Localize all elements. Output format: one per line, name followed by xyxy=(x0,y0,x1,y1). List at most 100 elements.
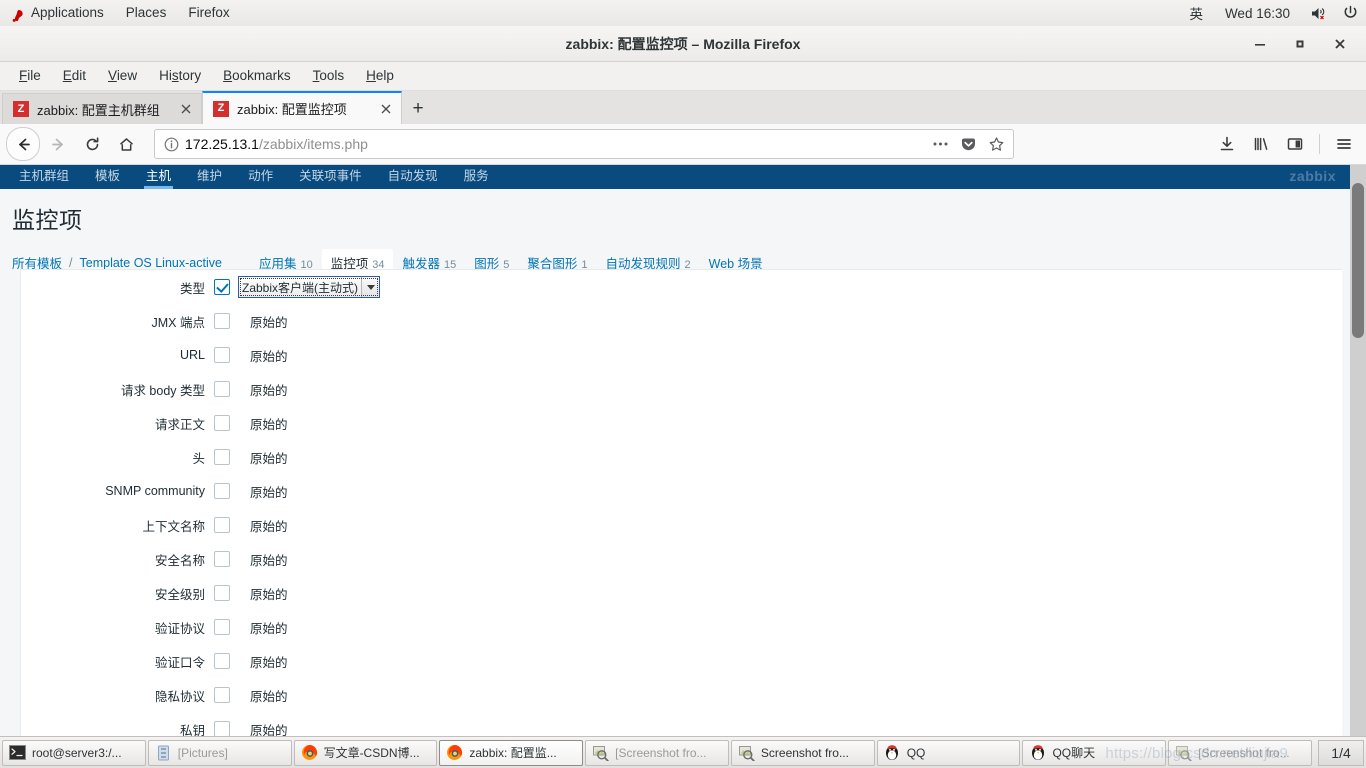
url-text[interactable]: 172.25.13.1/zabbix/items.php xyxy=(185,136,921,152)
power-icon[interactable] xyxy=(1335,5,1366,21)
menu-view[interactable]: View xyxy=(97,62,148,90)
url-bar[interactable]: 172.25.13.1/zabbix/items.php xyxy=(154,129,1014,159)
form-value-private-key: 原始的 xyxy=(250,723,288,737)
task-button-terminal[interactable]: root@server3:/... xyxy=(2,739,146,766)
qq-icon xyxy=(884,744,901,761)
form-checkbox-privacy-protocol[interactable] xyxy=(214,687,230,703)
nav-item-templates[interactable]: 模板 xyxy=(82,165,133,189)
task-button-screenshot-3[interactable]: [Screenshot fro... xyxy=(1168,739,1313,766)
zabbix-content-area: 监控项 所有模板 / Template OS Linux-active 应用集 … xyxy=(0,189,1350,736)
nav-item-correlation[interactable]: 关联项事件 xyxy=(286,165,375,189)
form-value-snmp-community: 原始的 xyxy=(250,485,288,500)
nav-item-hosts[interactable]: 主机 xyxy=(133,165,184,189)
page-actions-icon[interactable] xyxy=(927,132,953,156)
desktop-screen: Applications Places Firefox 英 Wed 16:30 … xyxy=(0,0,1366,768)
form-checkbox-context-name[interactable] xyxy=(214,517,230,533)
breadcrumb-current-template[interactable]: Template OS Linux-active xyxy=(80,256,222,270)
new-tab-button[interactable]: + xyxy=(402,93,434,124)
web-page-content: 主机群组 模板 主机 维护 动作 关联项事件 自动发现 服务 zabbix 监控… xyxy=(0,165,1350,736)
form-row-type: 类型 Zabbix客户端(主动式) xyxy=(21,270,1342,304)
menu-history[interactable]: History xyxy=(148,62,212,90)
url-path: /zabbix/items.php xyxy=(258,136,368,152)
type-select[interactable]: Zabbix客户端(主动式) xyxy=(238,276,380,298)
back-button[interactable] xyxy=(6,127,40,161)
form-checkbox-auth-protocol[interactable] xyxy=(214,619,230,635)
form-checkbox-request-body[interactable] xyxy=(214,415,230,431)
form-checkbox-url[interactable] xyxy=(214,347,230,363)
task-button-screenshot-2[interactable]: Screenshot fro... xyxy=(730,739,875,766)
form-row-headers: 头 原始的 xyxy=(21,440,1342,474)
form-checkbox-request-body-type[interactable] xyxy=(214,381,230,397)
close-button[interactable] xyxy=(1320,26,1360,61)
menu-tools[interactable]: Tools xyxy=(302,62,356,90)
browser-tab-1[interactable]: Z zabbix: 配置主机群组 xyxy=(2,93,202,124)
menu-edit[interactable]: Edit xyxy=(52,62,97,90)
downloads-icon[interactable] xyxy=(1211,128,1243,160)
bookmark-star-icon[interactable] xyxy=(983,132,1009,156)
form-checkbox-security-level[interactable] xyxy=(214,585,230,601)
zabbix-main-nav: 主机群组 模板 主机 维护 动作 关联项事件 自动发现 服务 zabbix xyxy=(0,165,1350,189)
library-icon[interactable] xyxy=(1245,128,1277,160)
volume-muted-icon[interactable] xyxy=(1304,6,1335,21)
sidebar-icon[interactable] xyxy=(1279,128,1311,160)
applications-menu[interactable]: Applications xyxy=(0,0,115,26)
places-menu[interactable]: Places xyxy=(115,0,178,26)
gnome-top-panel: Applications Places Firefox 英 Wed 16:30 xyxy=(0,0,1366,27)
firefox-menu[interactable]: Firefox xyxy=(177,0,240,26)
menu-file[interactable]: File xyxy=(8,62,52,90)
minimize-button[interactable] xyxy=(1240,26,1280,61)
task-button-screenshot-1[interactable]: [Screenshot fro... xyxy=(585,739,729,766)
home-button[interactable] xyxy=(110,128,142,160)
close-tab-2-icon[interactable] xyxy=(377,100,395,118)
task-button-qq[interactable]: QQ xyxy=(876,739,1021,766)
page-scrollbar[interactable] xyxy=(1350,165,1366,736)
close-tab-1-icon[interactable] xyxy=(177,100,195,118)
form-value-auth-passphrase: 原始的 xyxy=(250,655,288,670)
workspace-indicator[interactable]: 1/4 xyxy=(1318,739,1365,766)
menu-help[interactable]: Help xyxy=(355,62,405,90)
reload-button[interactable] xyxy=(76,128,108,160)
browser-tab-2[interactable]: Z zabbix: 配置监控项 xyxy=(202,91,402,124)
page-scrollbar-thumb[interactable] xyxy=(1352,183,1364,338)
form-row-request-body-type: 请求 body 类型 原始的 xyxy=(21,372,1342,406)
hamburger-menu-icon[interactable] xyxy=(1328,128,1360,160)
form-value-auth-protocol: 原始的 xyxy=(250,621,288,636)
task-button-terminal-label: root@server3:/... xyxy=(32,745,122,760)
form-checkbox-private-key[interactable] xyxy=(214,721,230,736)
task-button-qq-chat[interactable]: QQ聊天 xyxy=(1022,739,1167,766)
maximize-button[interactable] xyxy=(1280,26,1320,61)
form-value-context-name: 原始的 xyxy=(250,519,288,534)
chevron-down-icon[interactable] xyxy=(361,277,379,297)
web-page-viewport: 主机群组 模板 主机 维护 动作 关联项事件 自动发现 服务 zabbix 监控… xyxy=(0,165,1366,736)
form-checkbox-headers[interactable] xyxy=(214,449,230,465)
window-controls xyxy=(1240,26,1360,61)
clock[interactable]: Wed 16:30 xyxy=(1211,6,1304,21)
form-checkbox-jmx-endpoint[interactable] xyxy=(214,313,230,329)
task-button-screenshot-1-label: [Screenshot fro... xyxy=(615,745,707,760)
input-method-indicator[interactable]: 英 xyxy=(1181,3,1211,23)
nav-item-actions[interactable]: 动作 xyxy=(235,165,286,189)
form-row-url: URL 原始的 xyxy=(21,338,1342,372)
task-button-csdn[interactable]: 写文章-CSDN博... xyxy=(293,739,438,766)
nav-item-discovery[interactable]: 自动发现 xyxy=(375,165,451,189)
nav-item-hostgroups[interactable]: 主机群组 xyxy=(6,165,82,189)
form-value-url: 原始的 xyxy=(250,349,288,364)
form-checkbox-auth-passphrase[interactable] xyxy=(214,653,230,669)
menu-bookmarks[interactable]: Bookmarks xyxy=(212,62,302,90)
window-title: zabbix: 配置监控项 – Mozilla Firefox xyxy=(565,35,801,52)
form-checkbox-type[interactable] xyxy=(214,279,230,295)
form-checkbox-security-name[interactable] xyxy=(214,551,230,567)
nav-item-services[interactable]: 服务 xyxy=(451,165,502,189)
form-checkbox-snmp-community[interactable] xyxy=(214,483,230,499)
pocket-icon[interactable] xyxy=(955,132,981,156)
task-button-zabbix[interactable]: zabbix: 配置监... xyxy=(439,739,584,766)
zabbix-favicon: Z xyxy=(213,100,229,117)
nav-item-maintenance[interactable]: 维护 xyxy=(184,165,235,189)
applications-menu-label: Applications xyxy=(31,5,104,20)
places-menu-label: Places xyxy=(125,5,167,20)
breadcrumb-separator: / xyxy=(69,255,73,270)
form-label-request-body: 请求正文 xyxy=(154,417,205,432)
forward-button[interactable] xyxy=(42,128,74,160)
task-button-pictures[interactable]: [Pictures] xyxy=(147,739,292,766)
page-info-icon[interactable] xyxy=(163,136,179,152)
